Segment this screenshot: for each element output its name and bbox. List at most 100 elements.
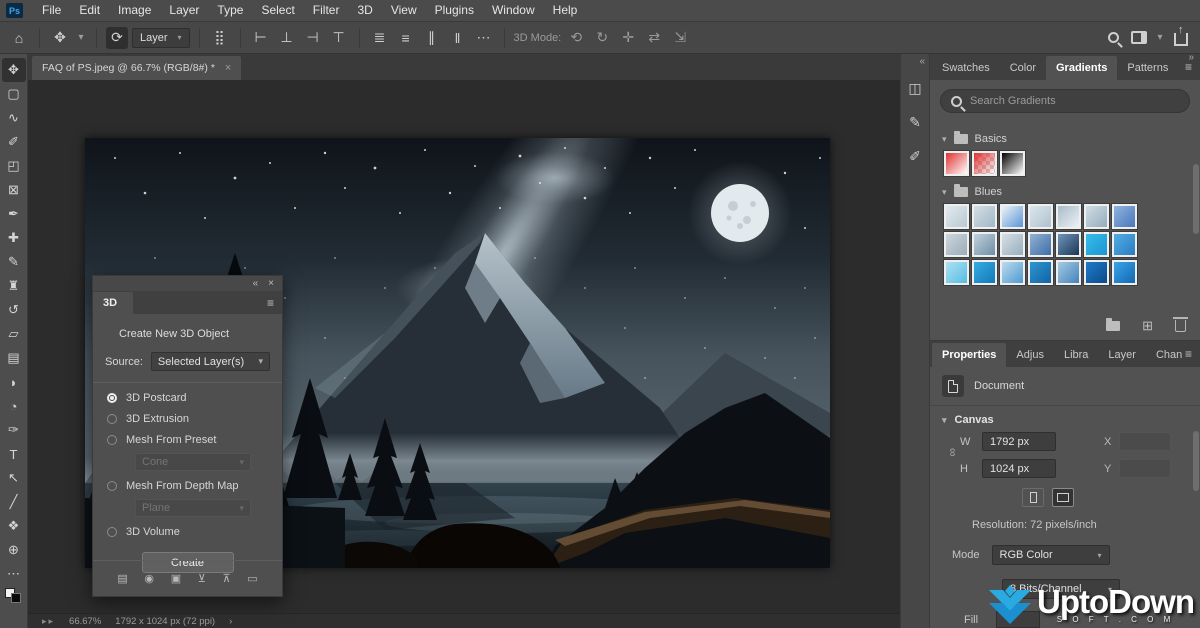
gradient-group-blues[interactable]: ▾ Blues [930,180,1200,202]
tab-properties[interactable]: Properties [932,343,1006,367]
workspace-switcher-icon[interactable] [1128,27,1150,49]
3d-roll-icon[interactable]: ↻ [591,27,613,49]
new-group-folder-icon[interactable] [1106,321,1120,331]
tab-swatches[interactable]: Swatches [932,56,1000,80]
eraser-tool[interactable]: ▱ [2,322,26,346]
lasso-tool[interactable]: ∿ [2,106,26,130]
distribute-right-icon[interactable]: ‖ [447,27,469,49]
gradient-swatch[interactable] [1028,260,1053,285]
gradient-swatch[interactable] [1112,260,1137,285]
home-icon[interactable]: ⌂ [8,27,30,49]
gradient-swatch[interactable] [1056,204,1081,229]
distribute-left-icon[interactable]: ∥ [421,27,443,49]
eyedropper-tool[interactable]: ✒ [2,202,26,226]
panel-menu-icon[interactable]: ≡ [267,296,274,310]
new-gradient-icon[interactable]: ⊞ [1142,318,1153,334]
close-panel-icon[interactable]: × [268,278,274,289]
line-tool[interactable]: ╱ [2,490,26,514]
link-dimensions-icon[interactable]: ∞ [946,448,960,462]
menu-edit[interactable]: Edit [70,0,109,21]
radio-selected-icon[interactable] [107,393,117,403]
canvas-section-header[interactable]: ▾ Canvas [930,406,1200,432]
tab-close-icon[interactable]: × [225,62,231,74]
height-field[interactable]: 1024 px [982,459,1056,478]
menu-view[interactable]: View [382,0,426,21]
align-center-icon[interactable]: ⊥ [276,27,298,49]
panel-menu-icon[interactable]: ≡ [1185,347,1192,361]
color-mode-dropdown[interactable]: RGB Color ▾ [992,545,1110,565]
align-right-icon[interactable]: ⊣ [302,27,324,49]
gradient-swatch[interactable] [1084,232,1109,257]
distribute-vertical-icon[interactable]: ≣ [369,27,391,49]
tab-3d[interactable]: 3D [93,292,133,314]
filter-meshes-icon[interactable]: ⊻ [198,572,206,585]
history-panel-icon[interactable]: ◫ [903,75,927,101]
gradient-swatch[interactable] [1000,260,1025,285]
scrollbar-thumb[interactable] [1193,431,1199,491]
search-icon[interactable] [1102,27,1124,49]
pen-tool[interactable]: ✑ [2,418,26,442]
menu-layer[interactable]: Layer [160,0,208,21]
collapse-dock-icon[interactable]: « [919,56,925,67]
move-tool-icon[interactable]: ✥ [49,27,71,49]
gradient-swatch[interactable] [1084,260,1109,285]
panel-menu-icon[interactable]: ≡ [1185,60,1192,74]
gradient-swatch[interactable] [944,204,969,229]
chevron-down-icon[interactable]: ▾ [75,27,87,49]
photoshop-logo-icon[interactable]: Ps [6,3,23,18]
more-options-icon[interactable]: ⋯ [473,27,495,49]
collapse-panel-icon[interactable]: « [253,278,259,289]
gradient-swatch[interactable] [1000,204,1025,229]
tab-libraries[interactable]: Libra [1054,343,1098,367]
gradient-swatch[interactable] [1000,232,1025,257]
radio-icon[interactable] [107,435,117,445]
filter-materials-icon[interactable]: ▣ [171,572,181,585]
gradient-swatch[interactable] [944,151,969,176]
distribute-horizontal-icon[interactable]: ≡ [395,27,417,49]
filter-current-view-icon[interactable]: ⊼ [223,572,231,585]
menu-filter[interactable]: Filter [304,0,349,21]
portrait-orientation-button[interactable] [1022,488,1044,507]
brush-settings-panel-icon[interactable]: ✎ [903,109,927,135]
radio-icon[interactable] [107,414,117,424]
option-3d-postcard[interactable]: 3D Postcard [107,392,270,404]
brush-tool[interactable]: ✎ [2,250,26,274]
history-brush-tool[interactable]: ↺ [2,298,26,322]
menu-file[interactable]: File [33,0,70,21]
3d-selection-dropdown[interactable]: Layer ▾ [132,28,190,48]
zoom-level[interactable]: 66.67% [69,616,101,627]
option-3d-extrusion[interactable]: 3D Extrusion [107,413,270,425]
3d-orbit-icon[interactable]: ⟲ [565,27,587,49]
hand-tool[interactable]: ❖ [2,514,26,538]
gradient-swatch[interactable] [1028,232,1053,257]
gradient-tool[interactable]: ▤ [2,346,26,370]
tab-adjustments[interactable]: Adjus [1006,343,1054,367]
status-arrow-icon[interactable]: › [229,616,232,627]
menu-3d[interactable]: 3D [348,0,381,21]
tab-paths[interactable]: Paths [1192,343,1200,367]
share-icon[interactable] [1170,27,1192,49]
healing-brush-tool[interactable]: ✚ [2,226,26,250]
width-field[interactable]: 1792 px [982,432,1056,451]
gradient-swatch[interactable] [1112,204,1137,229]
brushes-panel-icon[interactable]: ✐ [903,143,927,169]
chevron-down-icon[interactable]: ▾ [1154,27,1166,49]
gradient-swatch[interactable] [944,260,969,285]
landscape-orientation-button[interactable] [1052,488,1074,507]
frame-tool[interactable]: ⊠ [2,178,26,202]
option-mesh-from-depth-map[interactable]: Mesh From Depth Map [107,480,270,492]
scrollbar-thumb[interactable] [1193,164,1199,234]
3d-widget-icon[interactable]: ⟳ [106,27,128,49]
3d-scale-icon[interactable]: ⇲ [669,27,691,49]
y-field[interactable] [1119,459,1171,478]
zoom-tool[interactable]: ⊕ [2,538,26,562]
gradient-swatch[interactable] [1028,204,1053,229]
source-dropdown[interactable]: Selected Layer(s) ▾ [151,352,270,371]
gradient-swatch[interactable] [972,232,997,257]
menu-window[interactable]: Window [483,0,544,21]
gradient-swatch[interactable] [1000,151,1025,176]
blur-tool[interactable]: ◗ [2,370,26,394]
move-tool[interactable]: ✥ [2,58,26,82]
type-tool[interactable]: T [2,442,26,466]
grid-arrange-icon[interactable]: ⣿ [209,27,231,49]
